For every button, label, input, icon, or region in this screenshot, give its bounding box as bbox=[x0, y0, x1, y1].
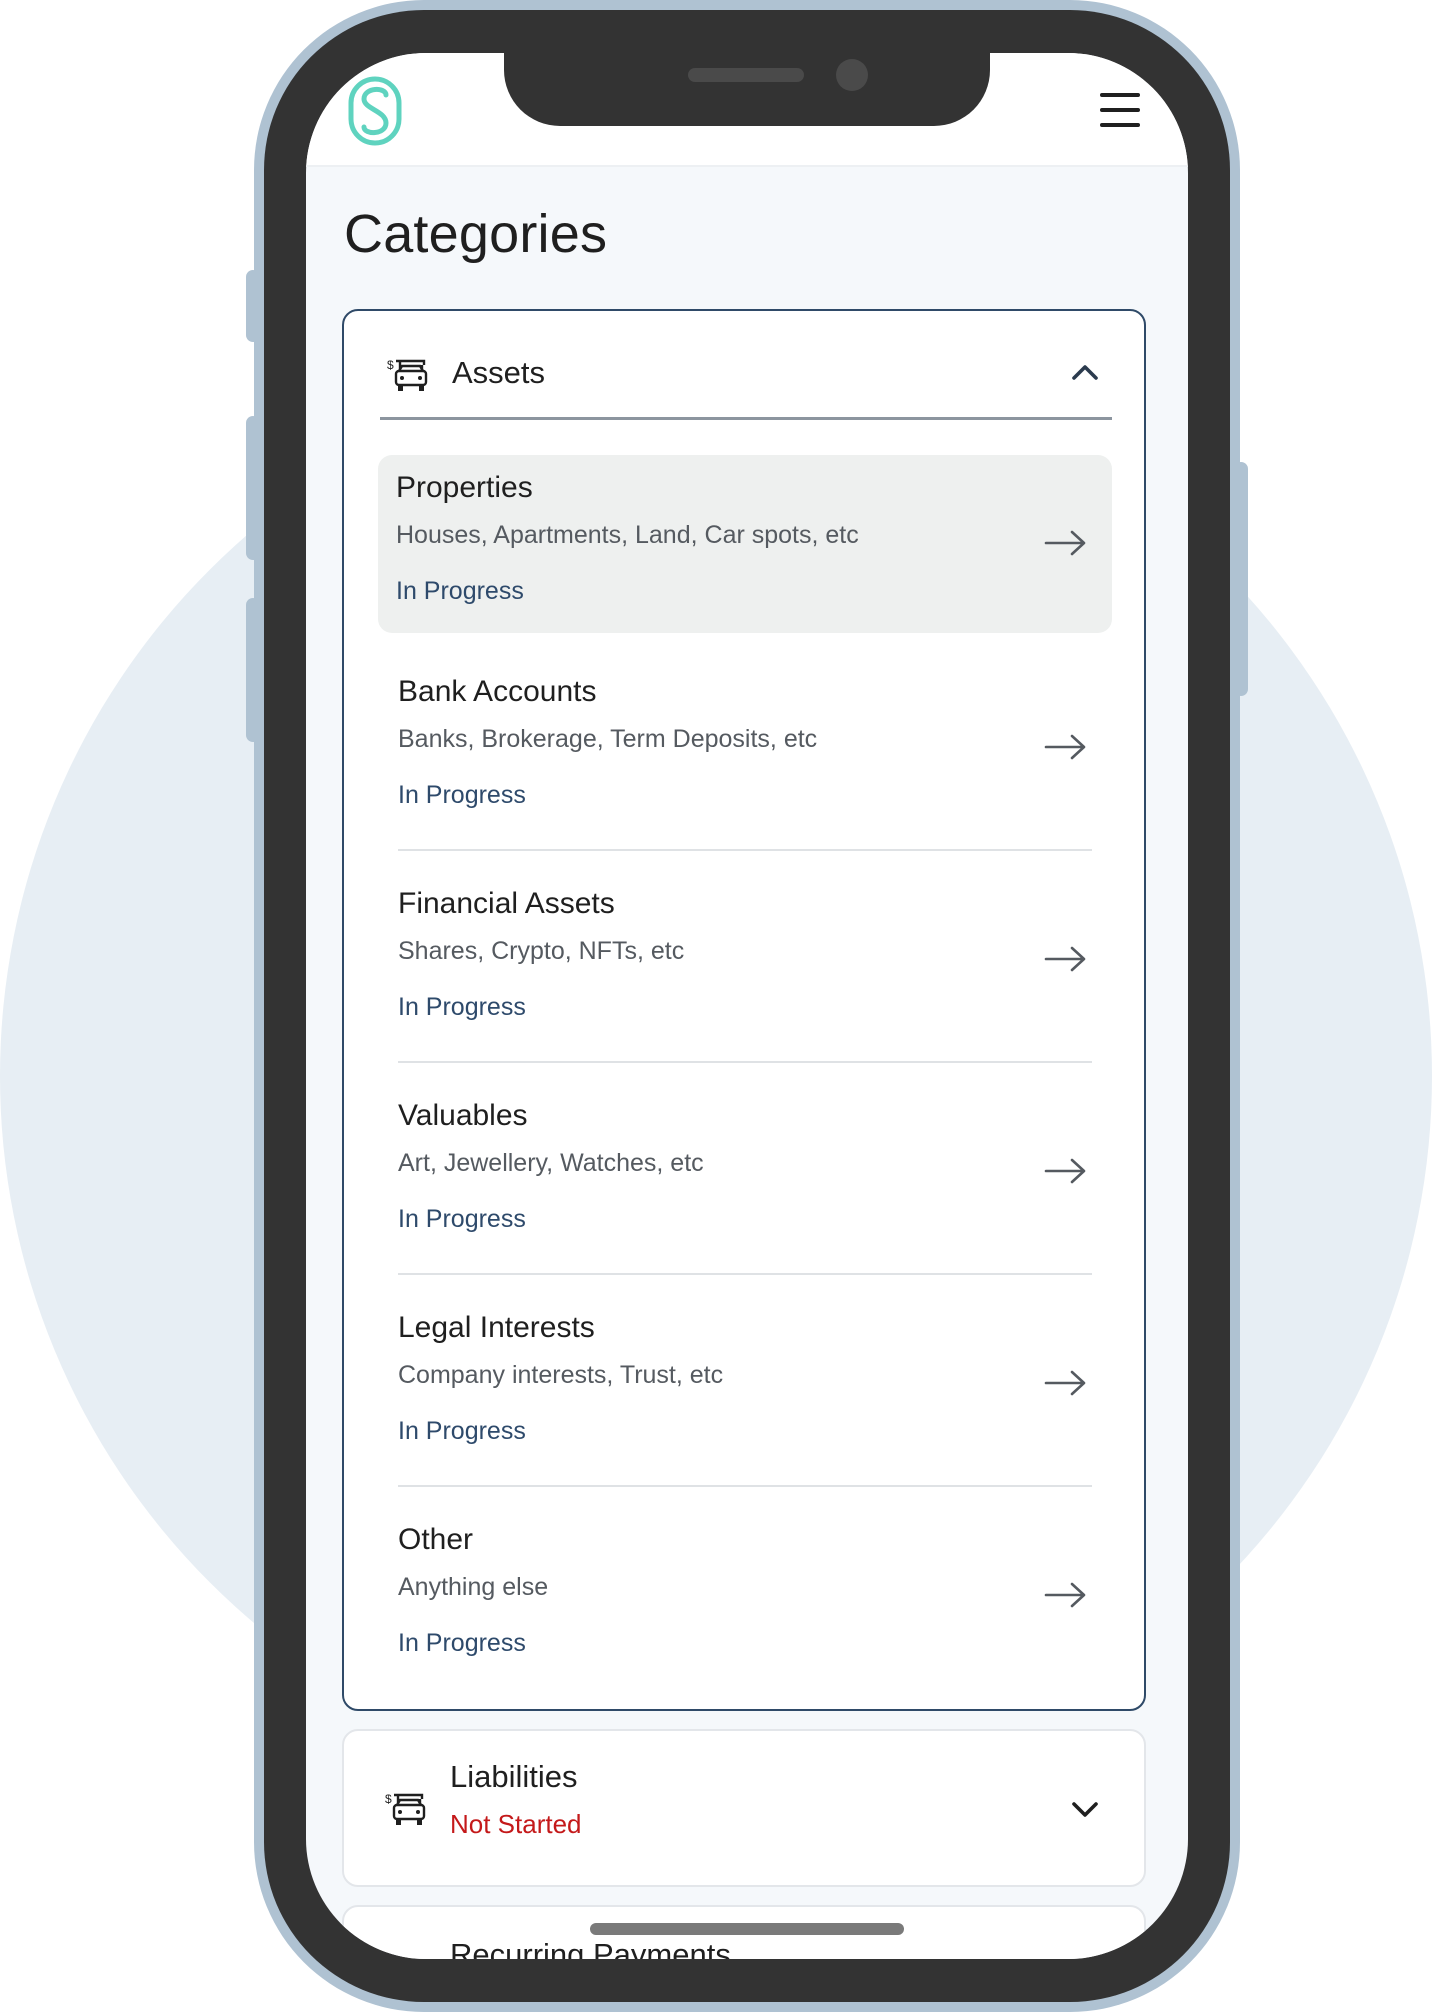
arrow-right-icon[interactable] bbox=[1044, 529, 1088, 557]
category-item-other[interactable]: Other Anything else In Progress bbox=[378, 1507, 1112, 1685]
arrow-right-icon[interactable] bbox=[1044, 733, 1088, 761]
category-divider bbox=[398, 1273, 1092, 1275]
assets-accordion: $ Assets Properties Houses, Apartments, … bbox=[342, 309, 1146, 1711]
phone-power-button bbox=[1234, 462, 1248, 696]
category-description: Houses, Apartments, Land, Car spots, etc bbox=[396, 521, 859, 549]
category-title: Other bbox=[398, 1523, 474, 1556]
assets-title: Assets bbox=[452, 355, 546, 390]
category-status: In Progress bbox=[398, 1629, 526, 1657]
home-indicator bbox=[590, 1923, 904, 1935]
hamburger-menu-icon[interactable] bbox=[1100, 93, 1142, 127]
category-status: In Progress bbox=[398, 1417, 526, 1445]
assets-accordion-header[interactable]: $ Assets bbox=[344, 311, 1144, 421]
category-status: In Progress bbox=[396, 577, 524, 605]
phone-volume-down-button bbox=[246, 598, 260, 742]
svg-text:$: $ bbox=[387, 358, 394, 372]
phone-screen: Categories $ Assets Properties Houses, A… bbox=[306, 53, 1188, 1959]
category-title: Financial Assets bbox=[398, 887, 615, 920]
phone-speaker bbox=[688, 68, 804, 82]
liabilities-status: Not Started bbox=[450, 1809, 582, 1839]
car-dollar-icon: $ bbox=[387, 358, 428, 391]
category-description: Art, Jewellery, Watches, etc bbox=[398, 1149, 704, 1177]
phone-camera bbox=[836, 59, 868, 91]
category-status: In Progress bbox=[398, 1205, 526, 1233]
arrow-right-icon[interactable] bbox=[1044, 1157, 1088, 1185]
category-status: In Progress bbox=[398, 781, 526, 809]
phone-volume-up-button bbox=[246, 416, 260, 560]
category-title: Legal Interests bbox=[398, 1311, 595, 1344]
category-item-properties[interactable]: Properties Houses, Apartments, Land, Car… bbox=[378, 455, 1112, 633]
page-title: Categories bbox=[344, 204, 608, 264]
category-description: Company interests, Trust, etc bbox=[398, 1361, 724, 1389]
category-title: Properties bbox=[396, 471, 533, 504]
category-description: Anything else bbox=[398, 1573, 549, 1601]
category-status: In Progress bbox=[398, 993, 526, 1021]
arrow-right-icon[interactable] bbox=[1044, 945, 1088, 973]
category-description: Banks, Brokerage, Term Deposits, etc bbox=[398, 725, 818, 753]
category-item-legal-interests[interactable]: Legal Interests Company interests, Trust… bbox=[378, 1295, 1112, 1487]
car-dollar-icon: $ bbox=[385, 1792, 426, 1825]
category-title: Bank Accounts bbox=[398, 675, 597, 708]
arrow-right-icon[interactable] bbox=[1044, 1369, 1088, 1397]
chevron-down-icon[interactable] bbox=[1070, 1799, 1100, 1821]
category-divider bbox=[398, 1061, 1092, 1063]
liabilities-accordion[interactable]: $ Liabilities Not Started bbox=[342, 1729, 1146, 1887]
category-divider bbox=[398, 849, 1092, 851]
liabilities-title: Liabilities bbox=[450, 1759, 578, 1794]
category-divider bbox=[398, 1485, 1092, 1487]
phone-mute-switch bbox=[246, 270, 260, 342]
arrow-right-icon[interactable] bbox=[1044, 1581, 1088, 1609]
category-item-financial-assets[interactable]: Financial Assets Shares, Crypto, NFTs, e… bbox=[378, 871, 1112, 1063]
chevron-up-icon[interactable] bbox=[1070, 361, 1100, 383]
category-item-bank-accounts[interactable]: Bank Accounts Banks, Brokerage, Term Dep… bbox=[378, 659, 1112, 851]
recurring-payments-title: Recurring Payments bbox=[450, 1937, 731, 1959]
s-chain-logo-icon[interactable] bbox=[346, 75, 404, 147]
assets-header-divider bbox=[380, 417, 1112, 420]
category-description: Shares, Crypto, NFTs, etc bbox=[398, 937, 685, 965]
category-title: Valuables bbox=[398, 1099, 528, 1132]
category-item-valuables[interactable]: Valuables Art, Jewellery, Watches, etc I… bbox=[378, 1083, 1112, 1275]
svg-text:$: $ bbox=[385, 1792, 392, 1806]
